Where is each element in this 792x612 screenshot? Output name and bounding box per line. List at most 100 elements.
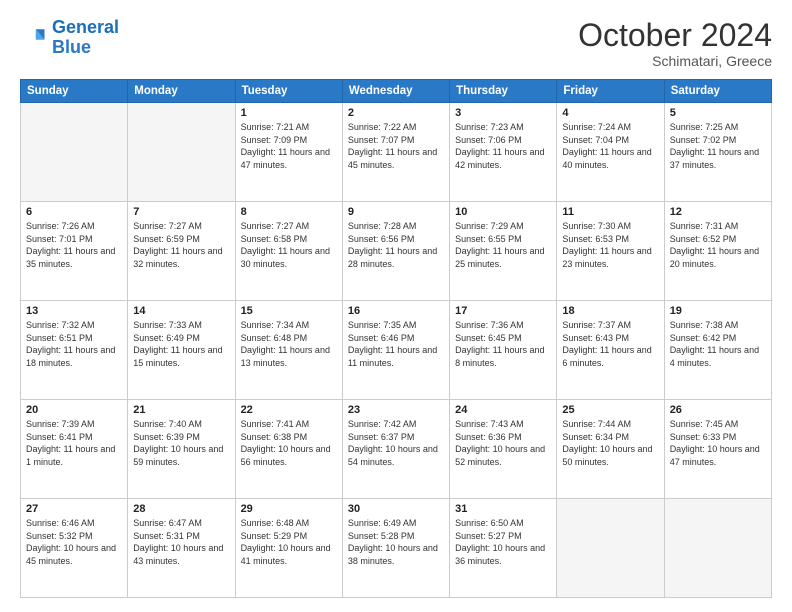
day-number: 21 (133, 404, 229, 416)
day-number: 7 (133, 206, 229, 218)
logo-blue: Blue (52, 37, 91, 57)
day-cell: 7 Sunrise: 7:27 AMSunset: 6:59 PMDaylight… (128, 202, 235, 301)
day-number: 8 (241, 206, 337, 218)
day-number: 18 (562, 305, 658, 317)
logo: General Blue (20, 18, 119, 58)
week-row-5: 27 Sunrise: 6:46 AMSunset: 5:32 PMDayligh… (21, 499, 772, 598)
day-info: Sunrise: 7:45 AMSunset: 6:33 PMDaylight:… (670, 418, 766, 468)
day-number: 3 (455, 107, 551, 119)
day-info: Sunrise: 6:47 AMSunset: 5:31 PMDaylight:… (133, 517, 229, 567)
day-info: Sunrise: 7:24 AMSunset: 7:04 PMDaylight:… (562, 121, 658, 171)
calendar-table: SundayMondayTuesdayWednesdayThursdayFrid… (20, 79, 772, 598)
day-cell: 18 Sunrise: 7:37 AMSunset: 6:43 PMDayligh… (557, 301, 664, 400)
day-number: 10 (455, 206, 551, 218)
day-number: 5 (670, 107, 766, 119)
weekday-sunday: Sunday (21, 80, 128, 103)
day-cell: 17 Sunrise: 7:36 AMSunset: 6:45 PMDayligh… (450, 301, 557, 400)
day-cell: 12Sunrise: 7:31 AMSunset: 6:52 PMDayligh… (664, 202, 771, 301)
day-number: 17 (455, 305, 551, 317)
day-number: 27 (26, 503, 122, 515)
day-cell: 19Sunrise: 7:38 AMSunset: 6:42 PMDayligh… (664, 301, 771, 400)
day-number: 9 (348, 206, 444, 218)
day-cell: 4 Sunrise: 7:24 AMSunset: 7:04 PMDaylight… (557, 103, 664, 202)
week-row-1: 1 Sunrise: 7:21 AMSunset: 7:09 PMDaylight… (21, 103, 772, 202)
day-cell (664, 499, 771, 598)
day-info: Sunrise: 7:25 AMSunset: 7:02 PMDaylight:… (670, 121, 766, 171)
day-cell: 28 Sunrise: 6:47 AMSunset: 5:31 PMDayligh… (128, 499, 235, 598)
day-cell: 1 Sunrise: 7:21 AMSunset: 7:09 PMDaylight… (235, 103, 342, 202)
title-block: October 2024 Schimatari, Greece (578, 18, 772, 69)
day-info: Sunrise: 7:22 AMSunset: 7:07 PMDaylight:… (348, 121, 444, 171)
day-cell: 27 Sunrise: 6:46 AMSunset: 5:32 PMDayligh… (21, 499, 128, 598)
day-info: Sunrise: 7:28 AMSunset: 6:56 PMDaylight:… (348, 220, 444, 270)
day-number: 11 (562, 206, 658, 218)
logo-general: General (52, 17, 119, 37)
weekday-saturday: Saturday (664, 80, 771, 103)
day-info: Sunrise: 6:46 AMSunset: 5:32 PMDaylight:… (26, 517, 122, 567)
logo-text: General Blue (52, 18, 119, 58)
page: General Blue October 2024 Schimatari, Gr… (0, 0, 792, 612)
day-info: Sunrise: 7:27 AMSunset: 6:59 PMDaylight:… (133, 220, 229, 270)
logo-icon (20, 24, 48, 52)
day-number: 4 (562, 107, 658, 119)
day-info: Sunrise: 7:30 AMSunset: 6:53 PMDaylight:… (562, 220, 658, 270)
weekday-thursday: Thursday (450, 80, 557, 103)
day-number: 22 (241, 404, 337, 416)
day-number: 1 (241, 107, 337, 119)
day-info: Sunrise: 7:42 AMSunset: 6:37 PMDaylight:… (348, 418, 444, 468)
day-cell: 3Sunrise: 7:23 AMSunset: 7:06 PMDaylight… (450, 103, 557, 202)
day-number: 24 (455, 404, 551, 416)
day-info: Sunrise: 7:34 AMSunset: 6:48 PMDaylight:… (241, 319, 337, 369)
day-number: 16 (348, 305, 444, 317)
day-number: 6 (26, 206, 122, 218)
day-number: 12 (670, 206, 766, 218)
day-number: 30 (348, 503, 444, 515)
day-number: 28 (133, 503, 229, 515)
day-number: 15 (241, 305, 337, 317)
weekday-tuesday: Tuesday (235, 80, 342, 103)
week-row-3: 13Sunrise: 7:32 AMSunset: 6:51 PMDayligh… (21, 301, 772, 400)
day-number: 13 (26, 305, 122, 317)
day-info: Sunrise: 7:44 AMSunset: 6:34 PMDaylight:… (562, 418, 658, 468)
location: Schimatari, Greece (578, 53, 772, 69)
day-cell: 5 Sunrise: 7:25 AMSunset: 7:02 PMDaylight… (664, 103, 771, 202)
day-cell: 15 Sunrise: 7:34 AMSunset: 6:48 PMDayligh… (235, 301, 342, 400)
day-cell (21, 103, 128, 202)
day-info: Sunrise: 7:29 AMSunset: 6:55 PMDaylight:… (455, 220, 551, 270)
day-info: Sunrise: 7:37 AMSunset: 6:43 PMDaylight:… (562, 319, 658, 369)
day-info: Sunrise: 7:41 AMSunset: 6:38 PMDaylight:… (241, 418, 337, 468)
day-cell: 9 Sunrise: 7:28 AMSunset: 6:56 PMDaylight… (342, 202, 449, 301)
day-number: 29 (241, 503, 337, 515)
day-number: 14 (133, 305, 229, 317)
day-number: 31 (455, 503, 551, 515)
day-cell: 2 Sunrise: 7:22 AMSunset: 7:07 PMDaylight… (342, 103, 449, 202)
day-cell: 25Sunrise: 7:44 AMSunset: 6:34 PMDayligh… (557, 400, 664, 499)
day-cell: 6 Sunrise: 7:26 AMSunset: 7:01 PMDaylight… (21, 202, 128, 301)
day-number: 26 (670, 404, 766, 416)
day-info: Sunrise: 7:21 AMSunset: 7:09 PMDaylight:… (241, 121, 337, 171)
day-cell: 29 Sunrise: 6:48 AMSunset: 5:29 PMDayligh… (235, 499, 342, 598)
weekday-wednesday: Wednesday (342, 80, 449, 103)
day-info: Sunrise: 6:49 AMSunset: 5:28 PMDaylight:… (348, 517, 444, 567)
day-info: Sunrise: 7:43 AMSunset: 6:36 PMDaylight:… (455, 418, 551, 468)
day-info: Sunrise: 6:48 AMSunset: 5:29 PMDaylight:… (241, 517, 337, 567)
day-number: 2 (348, 107, 444, 119)
day-cell: 10 Sunrise: 7:29 AMSunset: 6:55 PMDayligh… (450, 202, 557, 301)
day-cell: 23 Sunrise: 7:42 AMSunset: 6:37 PMDayligh… (342, 400, 449, 499)
day-info: Sunrise: 7:35 AMSunset: 6:46 PMDaylight:… (348, 319, 444, 369)
weekday-friday: Friday (557, 80, 664, 103)
day-info: Sunrise: 7:40 AMSunset: 6:39 PMDaylight:… (133, 418, 229, 468)
weekday-header-row: SundayMondayTuesdayWednesdayThursdayFrid… (21, 80, 772, 103)
day-cell: 22 Sunrise: 7:41 AMSunset: 6:38 PMDayligh… (235, 400, 342, 499)
day-cell: 20Sunrise: 7:39 AMSunset: 6:41 PMDayligh… (21, 400, 128, 499)
weekday-monday: Monday (128, 80, 235, 103)
day-info: Sunrise: 6:50 AMSunset: 5:27 PMDaylight:… (455, 517, 551, 567)
day-cell: 16 Sunrise: 7:35 AMSunset: 6:46 PMDayligh… (342, 301, 449, 400)
day-cell: 11 Sunrise: 7:30 AMSunset: 6:53 PMDayligh… (557, 202, 664, 301)
day-number: 23 (348, 404, 444, 416)
day-info: Sunrise: 7:33 AMSunset: 6:49 PMDaylight:… (133, 319, 229, 369)
day-cell: 13Sunrise: 7:32 AMSunset: 6:51 PMDayligh… (21, 301, 128, 400)
day-info: Sunrise: 7:36 AMSunset: 6:45 PMDaylight:… (455, 319, 551, 369)
day-info: Sunrise: 7:26 AMSunset: 7:01 PMDaylight:… (26, 220, 122, 270)
day-cell: 24 Sunrise: 7:43 AMSunset: 6:36 PMDayligh… (450, 400, 557, 499)
